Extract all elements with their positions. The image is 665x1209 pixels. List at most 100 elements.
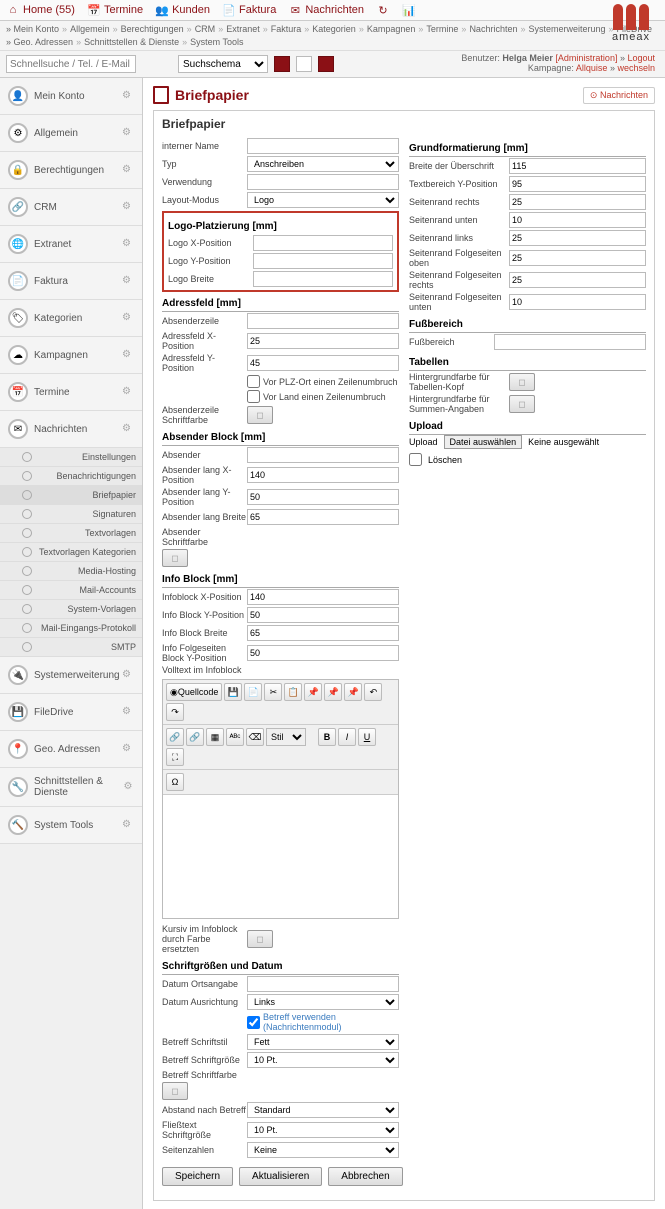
- save-button[interactable]: Speichern: [162, 1167, 233, 1186]
- search-input[interactable]: [6, 55, 136, 73]
- sidebar-item-termine[interactable]: 📅Termine⚙: [0, 374, 142, 411]
- rte-unlink-button[interactable]: 🔗: [186, 728, 204, 746]
- seitenzahlen-select[interactable]: Keine: [247, 1142, 399, 1158]
- verwendung-input[interactable]: [247, 174, 399, 190]
- adressfeld-x-input[interactable]: [247, 333, 399, 349]
- nav-faktura[interactable]: 📄Faktura: [222, 3, 276, 17]
- rte-copy-button[interactable]: 📋: [284, 683, 302, 701]
- sidebar-sub-textvorlagen-kategorien[interactable]: Textvorlagen Kategorien: [0, 543, 142, 562]
- rte-cut-button[interactable]: ✂: [264, 683, 282, 701]
- logo-y-input[interactable]: [253, 253, 393, 269]
- sidebar-item-systemtools[interactable]: 🔨System Tools⚙: [0, 807, 142, 844]
- sidebar-item-berechtigungen[interactable]: 🔒Berechtigungen⚙: [0, 152, 142, 189]
- sidebar-item-allgemein[interactable]: ⚙Allgemein⚙: [0, 115, 142, 152]
- abstand-select[interactable]: Standard: [247, 1102, 399, 1118]
- sidebar-sub-mail-accounts[interactable]: Mail-Accounts: [0, 581, 142, 600]
- sidebar-item-faktura[interactable]: 📄Faktura⚙: [0, 263, 142, 300]
- sidebar-sub-briefpapier[interactable]: Briefpapier: [0, 486, 142, 505]
- sidebar-item-systemerweiterung[interactable]: 🔌Systemerweiterung⚙: [0, 657, 142, 694]
- absender-lang-y-input[interactable]: [247, 489, 399, 505]
- upload-button[interactable]: Datei auswählen: [444, 435, 523, 449]
- list-button[interactable]: [318, 56, 334, 72]
- sidebar-item-extranet[interactable]: 🌐Extranet⚙: [0, 226, 142, 263]
- nav-kunden[interactable]: 👥Kunden: [155, 3, 210, 17]
- rte-save-button[interactable]: 💾: [224, 683, 242, 701]
- absender-lang-breite-input[interactable]: [247, 509, 399, 525]
- land-zeilenumbruch-checkbox[interactable]: [247, 390, 260, 403]
- layout-modus-select[interactable]: Logo: [247, 192, 399, 208]
- infoblock-breite-input[interactable]: [247, 625, 399, 641]
- rte-abc-button[interactable]: ᴬᴮᶜ: [226, 728, 244, 746]
- sidebar-sub-smtp[interactable]: SMTP: [0, 638, 142, 657]
- absender-color-button[interactable]: [162, 549, 188, 567]
- sidebar-sub-textvorlagen[interactable]: Textvorlagen: [0, 524, 142, 543]
- info-folgeseiten-y-input[interactable]: [247, 645, 399, 661]
- datum-ausrichtung-select[interactable]: Links: [247, 994, 399, 1010]
- sidebar-item-kategorien[interactable]: 🏷Kategorien⚙: [0, 300, 142, 337]
- nachrichten-button[interactable]: ⊙ Nachrichten: [583, 87, 655, 104]
- betreff-verwenden-checkbox[interactable]: [247, 1016, 260, 1029]
- rte-underline-button[interactable]: U: [358, 728, 376, 746]
- absenderzeile-color-button[interactable]: [247, 406, 273, 424]
- rte-paste-button[interactable]: 📌: [304, 683, 322, 701]
- interner-name-input[interactable]: [247, 138, 399, 154]
- cancel-button[interactable]: Abbrechen: [328, 1167, 402, 1186]
- logo-x-input[interactable]: [253, 235, 393, 251]
- tabellen-kopf-color-button[interactable]: [509, 373, 535, 391]
- sidebar-sub-signaturen[interactable]: Signaturen: [0, 505, 142, 524]
- betreff-groesse-select[interactable]: 10 Pt.: [247, 1052, 399, 1068]
- switch-link[interactable]: wechseln: [617, 63, 655, 73]
- seitenrand-rechts-input[interactable]: [509, 194, 646, 210]
- betreff-color-button[interactable]: [162, 1082, 188, 1100]
- rte-paste2-button[interactable]: 📌: [324, 683, 342, 701]
- absender-lang-x-input[interactable]: [247, 467, 399, 483]
- rte-clean-button[interactable]: ⌫: [246, 728, 264, 746]
- sidebar-item-schnittstellen[interactable]: 🔧Schnittstellen & Dienste⚙: [0, 768, 142, 807]
- typ-select[interactable]: Anschreiben: [247, 156, 399, 172]
- absender-input[interactable]: [247, 447, 399, 463]
- rte-expand-button[interactable]: ⛶: [166, 748, 184, 766]
- sidebar-item-crm[interactable]: 🔗CRM⚙: [0, 189, 142, 226]
- sidebar-item-filedrive[interactable]: 💾FileDrive⚙: [0, 694, 142, 731]
- rte-omega-button[interactable]: Ω: [166, 773, 184, 791]
- search-button[interactable]: [274, 56, 290, 72]
- sidebar-sub-media-hosting[interactable]: Media-Hosting: [0, 562, 142, 581]
- seitenrand-links-input[interactable]: [509, 230, 646, 246]
- betreff-stil-select[interactable]: Fett: [247, 1034, 399, 1050]
- nav-sync[interactable]: ↻: [376, 3, 390, 17]
- schema-select[interactable]: Suchschema: [178, 55, 268, 73]
- rte-bold-button[interactable]: B: [318, 728, 336, 746]
- rte-undo-button[interactable]: ↶: [364, 683, 382, 701]
- nav-termine[interactable]: 📅Termine: [87, 3, 143, 17]
- rte-paste3-button[interactable]: 📌: [344, 683, 362, 701]
- infoblock-x-input[interactable]: [247, 589, 399, 605]
- ueberschrift-breite-input[interactable]: [509, 158, 646, 174]
- rte-new-button[interactable]: 📄: [244, 683, 262, 701]
- sidebar-item-kampagnen[interactable]: ☁Kampagnen⚙: [0, 337, 142, 374]
- infoblock-y-input[interactable]: [247, 607, 399, 623]
- sidebar-item-meinkonto[interactable]: 👤Mein Konto⚙: [0, 78, 142, 115]
- sidebar-item-nachrichten[interactable]: ✉Nachrichten⚙: [0, 411, 142, 448]
- sidebar-sub-mail-eingangs-protokoll[interactable]: Mail-Eingangs-Protokoll: [0, 619, 142, 638]
- loeschen-checkbox[interactable]: [409, 453, 422, 466]
- datum-ort-input[interactable]: [247, 976, 399, 992]
- adressfeld-y-input[interactable]: [247, 355, 399, 371]
- seitenrand-folge-unten-input[interactable]: [509, 294, 646, 310]
- textbereich-y-input[interactable]: [509, 176, 646, 192]
- rte-italic-button[interactable]: I: [338, 728, 356, 746]
- fussbereich-input[interactable]: [494, 334, 646, 350]
- rte-table-button[interactable]: ▦: [206, 728, 224, 746]
- kursiv-color-button[interactable]: [247, 930, 273, 948]
- seitenrand-unten-input[interactable]: [509, 212, 646, 228]
- sidebar-sub-system-vorlagen[interactable]: System-Vorlagen: [0, 600, 142, 619]
- adv-button[interactable]: [296, 56, 312, 72]
- nav-home[interactable]: ⌂Home (55): [6, 3, 75, 17]
- rte-quellcode-button[interactable]: ◉ Quellcode: [166, 683, 222, 701]
- seitenrand-folge-rechts-input[interactable]: [509, 272, 646, 288]
- nav-nachrichten[interactable]: ✉Nachrichten: [288, 3, 364, 17]
- nav-chart[interactable]: 📊: [402, 3, 416, 17]
- absenderzeile-input[interactable]: [247, 313, 399, 329]
- sidebar-item-geoadressen[interactable]: 📍Geo. Adressen⚙: [0, 731, 142, 768]
- summen-color-button[interactable]: [509, 395, 535, 413]
- sidebar-sub-einstellungen[interactable]: Einstellungen: [0, 448, 142, 467]
